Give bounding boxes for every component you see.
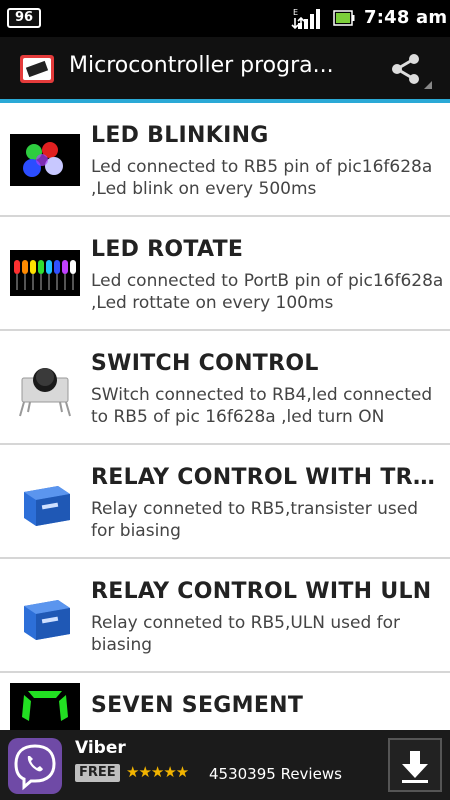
download-button[interactable] [388,738,442,792]
led-cluster-image [10,134,80,186]
item-description: Led connected to PortB pin of pic16f628a… [91,271,444,313]
clock: 7:48 am [364,7,448,28]
page-title: Microcontroller progra... [69,53,334,78]
rating-stars: ★★★★★ [126,763,189,781]
price-badge: FREE [75,764,120,782]
seven-segment-image [10,683,80,730]
notification-badge: 96 [7,8,41,28]
signal-icon [298,9,320,29]
item-title: LED BLINKING [91,123,269,148]
list-item[interactable]: RELAY CONTROL WITH ULN Relay conneted to… [0,559,450,673]
list-item[interactable]: LED ROTATE Led connected to PortB pin of… [0,217,450,331]
list-item[interactable]: SWITCH CONTROL SWitch connected to RB4,l… [0,331,450,445]
item-title: SEVEN SEGMENT [91,693,304,718]
item-description: Relay conneted to RB5,ULN used for biasi… [91,613,401,655]
item-title: RELAY CONTROL WITH TRA... [91,465,443,490]
item-title: RELAY CONTROL WITH ULN [91,579,432,604]
list-item[interactable]: RELAY CONTROL WITH TRA... Relay conneted… [0,445,450,559]
relay-image [24,600,70,640]
battery-icon [333,10,355,26]
led-row-image [10,250,80,296]
relay-image [24,486,70,526]
program-list[interactable]: LED BLINKING Led connected to RB5 pin of… [0,103,450,730]
item-description: Led connected to RB5 pin of pic16f628a ,… [91,157,433,199]
overflow-indicator [424,81,432,89]
ad-title: Viber [75,738,126,758]
status-bar: 96 E 7:48 am [0,0,450,37]
item-title: SWITCH CONTROL [91,351,319,376]
share-icon[interactable] [389,53,423,85]
list-item[interactable]: LED BLINKING Led connected to RB5 pin of… [0,103,450,217]
review-count: 4530395 Reviews [209,765,342,783]
item-description: SWitch connected to RB4,led connected to… [91,385,433,427]
list-item[interactable]: SEVEN SEGMENT [0,673,450,730]
ad-banner[interactable]: Viber FREE ★★★★★ 4530395 Reviews [0,730,450,800]
chip-icon[interactable] [20,55,54,83]
push-button-image [19,368,71,417]
viber-icon[interactable] [8,738,62,794]
item-description: Relay conneted to RB5,transister used fo… [91,499,419,541]
action-bar: Microcontroller progra... [0,37,450,99]
download-arrow-icon [402,751,428,783]
item-title: LED ROTATE [91,237,244,262]
